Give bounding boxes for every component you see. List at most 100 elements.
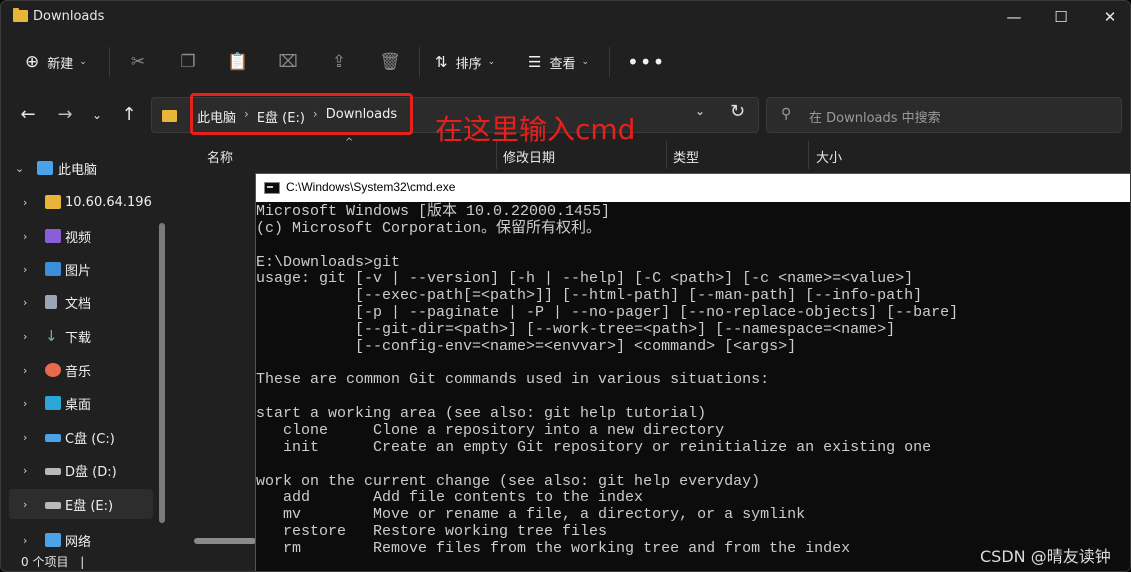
paste-icon[interactable]: 📋 <box>227 51 249 73</box>
network-icon <box>45 533 61 547</box>
cmd-line <box>256 389 1130 406</box>
cmd-line: Microsoft Windows [版本 10.0.22000.1455] <box>256 203 611 220</box>
cut-icon[interactable]: ✂ <box>127 51 149 73</box>
cmd-line: (c) Microsoft Corporation。保留所有权利。 <box>256 219 602 237</box>
sidebar-item-network[interactable]: › 网络 <box>1 530 156 550</box>
toolbar-divider <box>609 47 610 77</box>
video-icon <box>45 229 61 243</box>
view-label: 查看 <box>549 56 576 72</box>
horizontal-scrollbar[interactable] <box>194 538 256 544</box>
new-label: 新建 <box>47 56 74 72</box>
cmd-line <box>256 238 1130 255</box>
cmd-line: clone Clone a repository into a new dire… <box>256 421 725 439</box>
sidebar-item-documents[interactable]: › 文档 <box>1 287 156 317</box>
sidebar-item-d-drive[interactable]: › D盘 (D:) <box>1 455 156 485</box>
address-dropdown-icon[interactable]: ⌄ <box>695 104 705 118</box>
cmd-output[interactable]: Microsoft Windows [版本 10.0.22000.1455] (c… <box>256 203 1130 558</box>
sort-caret-icon: ^ <box>345 137 354 148</box>
sidebar-item-network-drive[interactable]: › 10.60.64.196 <box>1 187 156 217</box>
toolbar-divider <box>419 47 420 77</box>
column-header-name[interactable]: 名称 <box>207 147 233 166</box>
music-icon <box>45 363 61 377</box>
drive-icon <box>45 501 61 509</box>
column-divider <box>666 141 667 169</box>
status-bar: 0 个项目 | <box>21 553 84 570</box>
annotation-text: 在这里输入cmd <box>435 113 636 146</box>
sidebar-item-downloads[interactable]: › ↓ 下载 <box>1 321 156 351</box>
chevron-right-icon: › <box>23 262 28 276</box>
cmd-title-bar[interactable]: C:\Windows\System32\cmd.exe <box>256 174 1130 202</box>
column-header-modified[interactable]: 修改日期 <box>503 147 555 166</box>
network-drive-icon <box>45 195 61 209</box>
chevron-right-icon: › <box>23 329 28 343</box>
chevron-right-icon: › <box>23 363 28 377</box>
plus-circle-icon: ⊕ <box>25 52 40 72</box>
status-divider: | <box>80 555 85 569</box>
refresh-icon[interactable]: ↻ <box>730 101 745 122</box>
download-icon: ↓ <box>45 327 58 345</box>
sidebar-scrollbar[interactable] <box>159 223 165 523</box>
cmd-line: start a working area (see also: git help… <box>256 405 707 423</box>
recent-locations-button[interactable]: ⌄ <box>85 103 109 127</box>
chevron-right-icon: › <box>23 195 28 209</box>
sidebar-item-e-drive[interactable]: › E盘 (E:) <box>9 489 153 519</box>
search-icon: ⚲ <box>781 106 792 122</box>
forward-button[interactable]: → <box>53 103 77 127</box>
view-button[interactable]: ☰ 查看 ⌄ <box>528 49 589 75</box>
sidebar-item-this-pc[interactable]: ⌄ 此电脑 <box>1 153 156 183</box>
chevron-down-icon: ⌄ <box>581 57 590 67</box>
cmd-line: E:\Downloads>git <box>256 253 401 271</box>
folder-icon <box>13 8 28 22</box>
drive-icon <box>45 467 61 475</box>
document-icon <box>45 295 57 309</box>
search-box[interactable]: ⚲ 在 Downloads 中搜索 <box>766 97 1122 133</box>
share-icon[interactable]: ⇪ <box>328 51 350 73</box>
up-button[interactable]: ↑ <box>117 103 141 127</box>
desktop-icon <box>45 396 61 410</box>
cmd-line: These are common Git commands used in va… <box>256 371 770 389</box>
sidebar-item-music[interactable]: › 音乐 <box>1 355 156 385</box>
minimize-button[interactable]: — <box>991 1 1037 33</box>
chevron-right-icon: › <box>23 430 28 444</box>
cmd-line: init Create an empty Git repository or r… <box>256 438 932 456</box>
sidebar-item-desktop[interactable]: › 桌面 <box>1 388 156 418</box>
cmd-line: [-p | --paginate | -P | --no-pager] [--n… <box>256 304 959 322</box>
cmd-line: restore Restore working tree files <box>256 523 608 541</box>
column-header-type[interactable]: 类型 <box>673 147 699 166</box>
view-icon: ☰ <box>528 53 542 71</box>
more-options-button[interactable]: ••• <box>627 49 665 75</box>
chevron-right-icon: › <box>23 295 28 309</box>
navigation-pane: ⌄ 此电脑 › 10.60.64.196 › 视频 › 图片 › 文档 › ↓ … <box>1 141 171 551</box>
chevron-down-icon: ⌄ <box>487 57 496 67</box>
chevron-right-icon: › <box>23 497 28 511</box>
delete-icon[interactable]: 🗑 <box>379 51 401 73</box>
close-button[interactable]: ✕ <box>1087 1 1130 33</box>
sort-button[interactable]: ⇅ 排序 ⌄ <box>435 49 495 75</box>
copy-icon[interactable]: ❐ <box>177 51 199 73</box>
cmd-line: usage: git [-v | --version] [-h | --help… <box>256 270 914 288</box>
sort-icon: ⇅ <box>435 53 448 71</box>
column-divider <box>808 141 809 169</box>
picture-icon <box>45 262 61 276</box>
chevron-down-icon: ⌄ <box>15 161 25 175</box>
maximize-button[interactable]: ☐ <box>1038 1 1084 33</box>
rename-icon[interactable]: ⌧ <box>277 51 299 73</box>
column-header-size[interactable]: 大小 <box>816 147 842 166</box>
search-placeholder: 在 Downloads 中搜索 <box>809 111 941 126</box>
sidebar-item-c-drive[interactable]: › C盘 (C:) <box>1 422 156 452</box>
chevron-right-icon: › <box>23 229 28 243</box>
new-button[interactable]: ⊕ 新建 ⌄ <box>25 49 87 75</box>
back-button[interactable]: ← <box>16 103 40 127</box>
watermark: CSDN @晴友读钟 <box>980 547 1111 566</box>
cmd-line: [--exec-path[=<path>]] [--html-path] [--… <box>256 287 923 305</box>
cmd-title: C:\Windows\System32\cmd.exe <box>286 180 456 194</box>
sort-label: 排序 <box>455 56 482 72</box>
cmd-line <box>256 457 1130 474</box>
sidebar-item-videos[interactable]: › 视频 <box>1 221 156 251</box>
console-icon <box>264 182 280 194</box>
cmd-line: mv Move or rename a file, a directory, o… <box>256 506 806 524</box>
chevron-right-icon: › <box>23 396 28 410</box>
sidebar-item-pictures[interactable]: › 图片 <box>1 254 156 284</box>
cmd-line: work on the current change (see also: gi… <box>256 472 761 490</box>
cmd-window[interactable]: C:\Windows\System32\cmd.exe Microsoft Wi… <box>255 173 1130 571</box>
